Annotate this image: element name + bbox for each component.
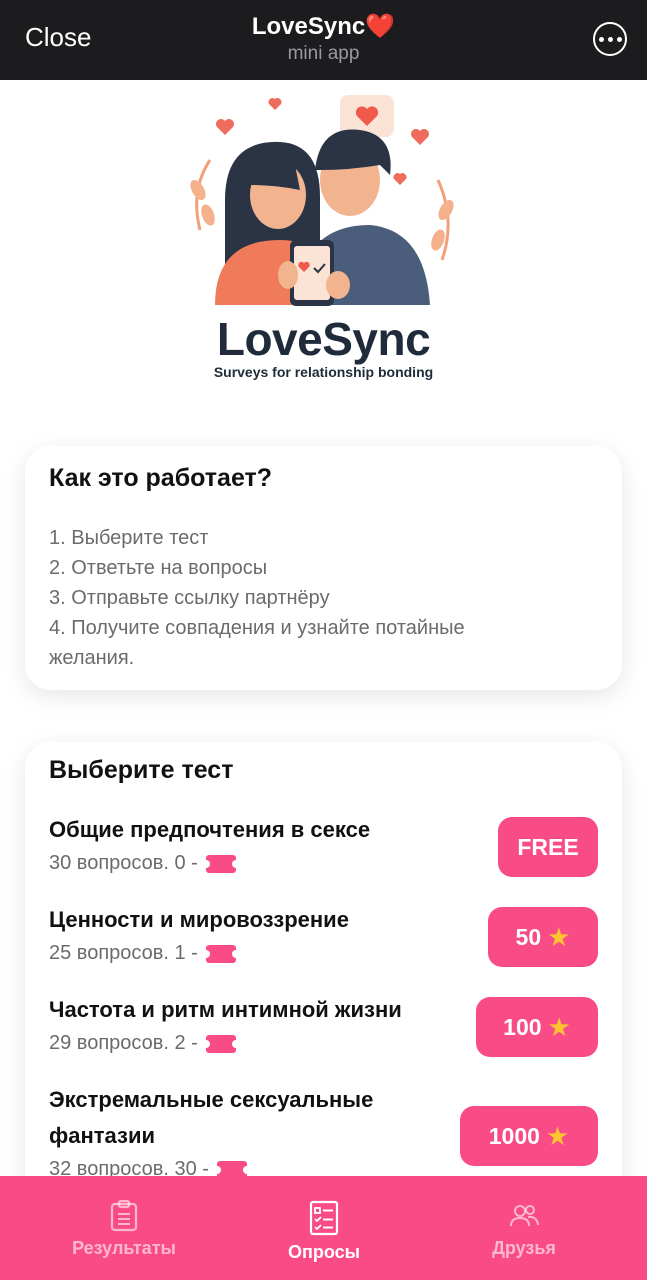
tab-results[interactable]: Результаты <box>24 1200 224 1259</box>
price-button[interactable]: FREE <box>498 817 598 877</box>
step-item: 3. Отправьте ссылку партнёру <box>49 587 330 609</box>
step-item: 2. Ответьте на вопросы <box>49 557 268 579</box>
price-label: 1000 <box>488 1122 540 1149</box>
logo-wordmark: LoveSync <box>216 313 431 365</box>
more-options-button[interactable] <box>593 22 627 56</box>
dot-icon <box>607 36 613 42</box>
tab-label: Результаты <box>72 1238 176 1258</box>
dot-icon <box>616 36 622 42</box>
price-button[interactable]: 1000 ★ <box>460 1106 598 1166</box>
price-button[interactable]: 100 ★ <box>476 997 598 1057</box>
people-icon <box>510 1205 539 1227</box>
step-item: желания. <box>49 647 135 669</box>
test-item[interactable]: Экстремальные сексуальные фантазии 32 во… <box>49 1082 598 1181</box>
price-button[interactable]: 50 ★ <box>488 907 598 967</box>
app-subtitle: mini app <box>287 43 360 64</box>
step-item: 4. Получите совпадения и узнайте потайны… <box>49 617 465 639</box>
tab-friends[interactable]: Друзья <box>424 1200 624 1259</box>
app-title: LoveSync❤️ <box>251 13 396 40</box>
ticket-icon <box>201 944 240 963</box>
choose-test-title: Выберите тест <box>49 756 234 784</box>
star-icon: ★ <box>547 921 571 952</box>
logo-tagline: Surveys for relationship bonding <box>213 364 434 380</box>
bottom-tab-bar: Результаты Опросы Друзья <box>0 1176 647 1280</box>
dot-icon <box>598 36 604 42</box>
price-label: 50 <box>515 923 542 950</box>
star-icon: ★ <box>547 1011 571 1042</box>
steps-list: 1. Выберите тест 2. Ответьте на вопросы … <box>49 523 598 673</box>
tab-label: Друзья <box>492 1238 556 1258</box>
step-item: 1. Выберите тест <box>49 527 209 549</box>
tab-surveys[interactable]: Опросы <box>224 1200 424 1263</box>
checklist-icon <box>309 1200 339 1236</box>
test-item[interactable]: Частота и ритм интимной жизни 29 вопросо… <box>49 992 598 1057</box>
title-block: LoveSync❤️ mini app <box>0 12 647 65</box>
test-item[interactable]: Общие предпочтения в сексе 30 вопросов. … <box>49 812 598 877</box>
tab-label: Опросы <box>287 1242 360 1262</box>
star-icon: ★ <box>545 1120 570 1151</box>
ticket-icon <box>201 1034 240 1053</box>
price-label: FREE <box>517 833 579 860</box>
price-label: 100 <box>503 1013 542 1040</box>
how-it-works-card: Как это работает? 1. Выберите тест 2. От… <box>25 446 622 690</box>
top-bar: Close LoveSync❤️ mini app <box>0 0 647 80</box>
clipboard-icon <box>110 1200 138 1232</box>
ticket-icon <box>201 854 240 873</box>
test-question-count: 29 вопросов. 2 - <box>49 1032 198 1054</box>
test-question-count: 25 вопросов. 1 - <box>49 942 198 964</box>
test-question-count: 30 вопросов. 0 - <box>49 852 198 874</box>
test-item[interactable]: Ценности и мировоззрение 25 вопросов. 1 … <box>49 902 598 967</box>
how-it-works-title: Как это работает? <box>49 464 273 492</box>
